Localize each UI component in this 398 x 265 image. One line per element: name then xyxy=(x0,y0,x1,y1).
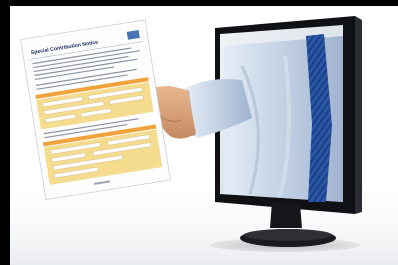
form-document: Special Contribution Notice xyxy=(20,19,171,201)
monitor-neck xyxy=(270,202,302,228)
photo: Special Contribution Notice xyxy=(10,6,398,265)
scene-illustration: Special Contribution Notice xyxy=(20,16,362,247)
